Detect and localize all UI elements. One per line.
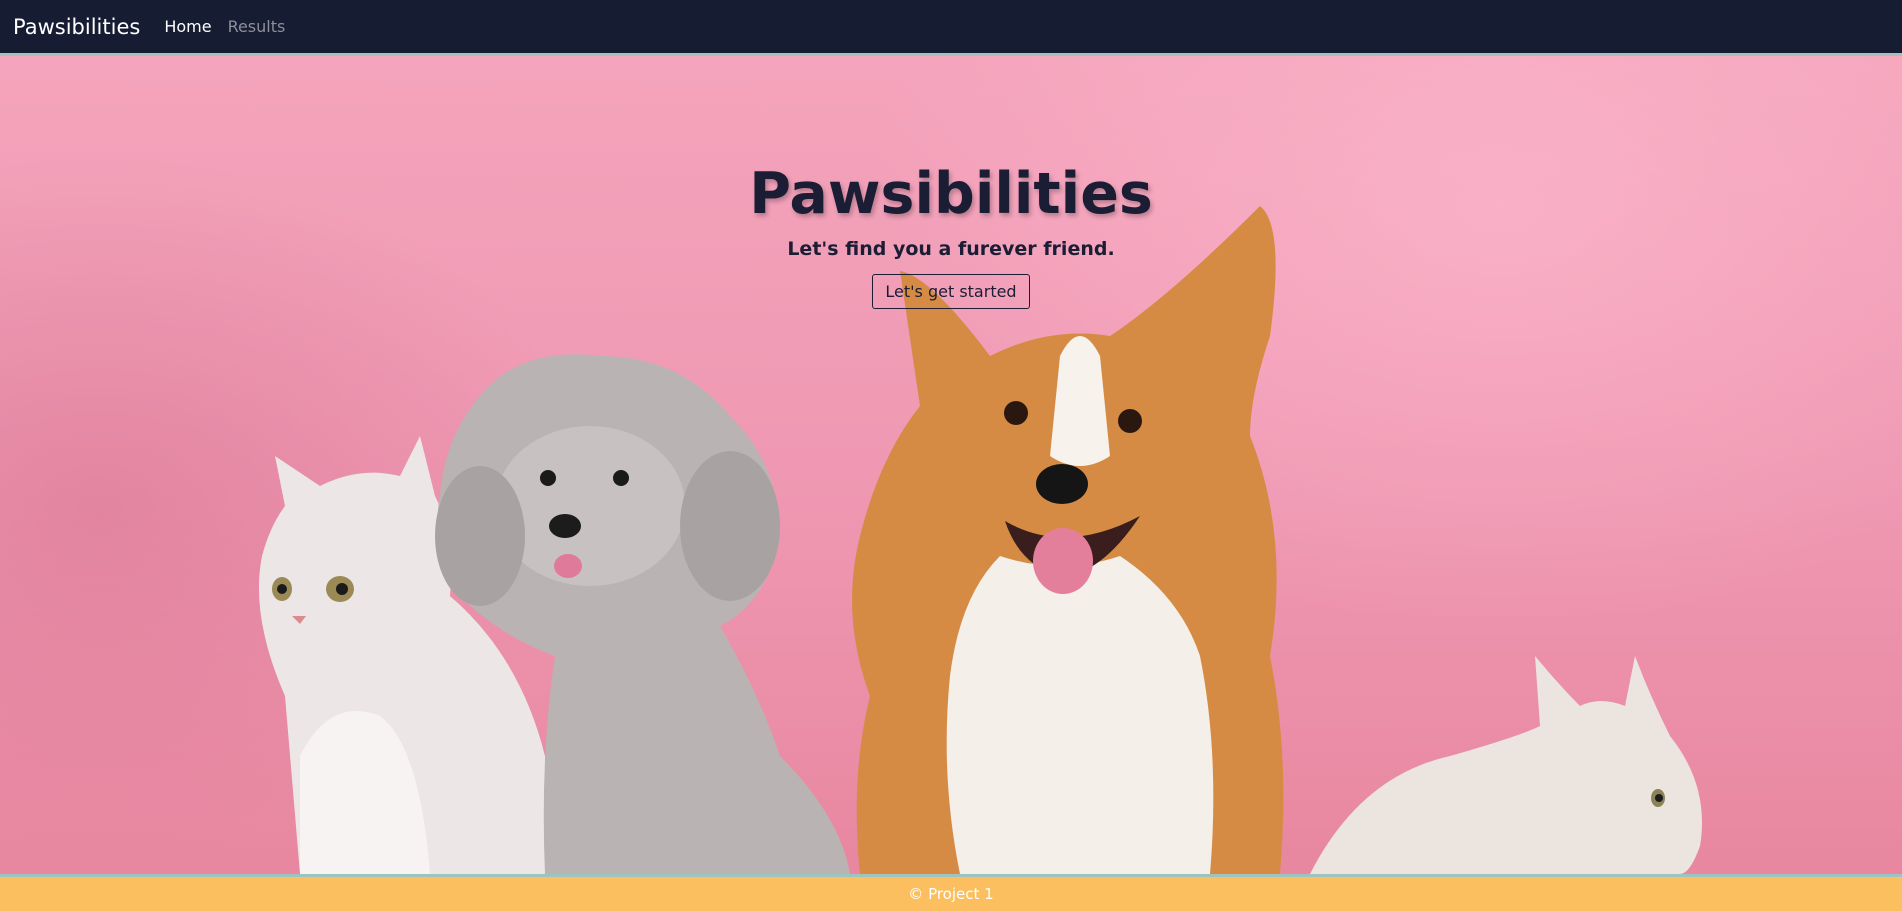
get-started-button[interactable]: Let's get started [872,274,1030,309]
hero-section: Pawsibilities Let's find you a furever f… [0,56,1902,874]
page-footer: © Project 1 [0,874,1902,911]
nav-link-results[interactable]: Results [228,17,286,36]
hero-title: Pawsibilities [749,161,1153,227]
right-cat-illustration [1310,656,1702,874]
top-navbar: Pawsibilities Home Results [0,0,1902,56]
hero-subtitle: Let's find you a furever friend. [787,238,1115,260]
nav-link-home[interactable]: Home [164,17,211,36]
hero-content: Pawsibilities Let's find you a furever f… [0,160,1902,309]
footer-copyright: © Project 1 [908,885,994,903]
brand-link[interactable]: Pawsibilities [13,15,140,39]
